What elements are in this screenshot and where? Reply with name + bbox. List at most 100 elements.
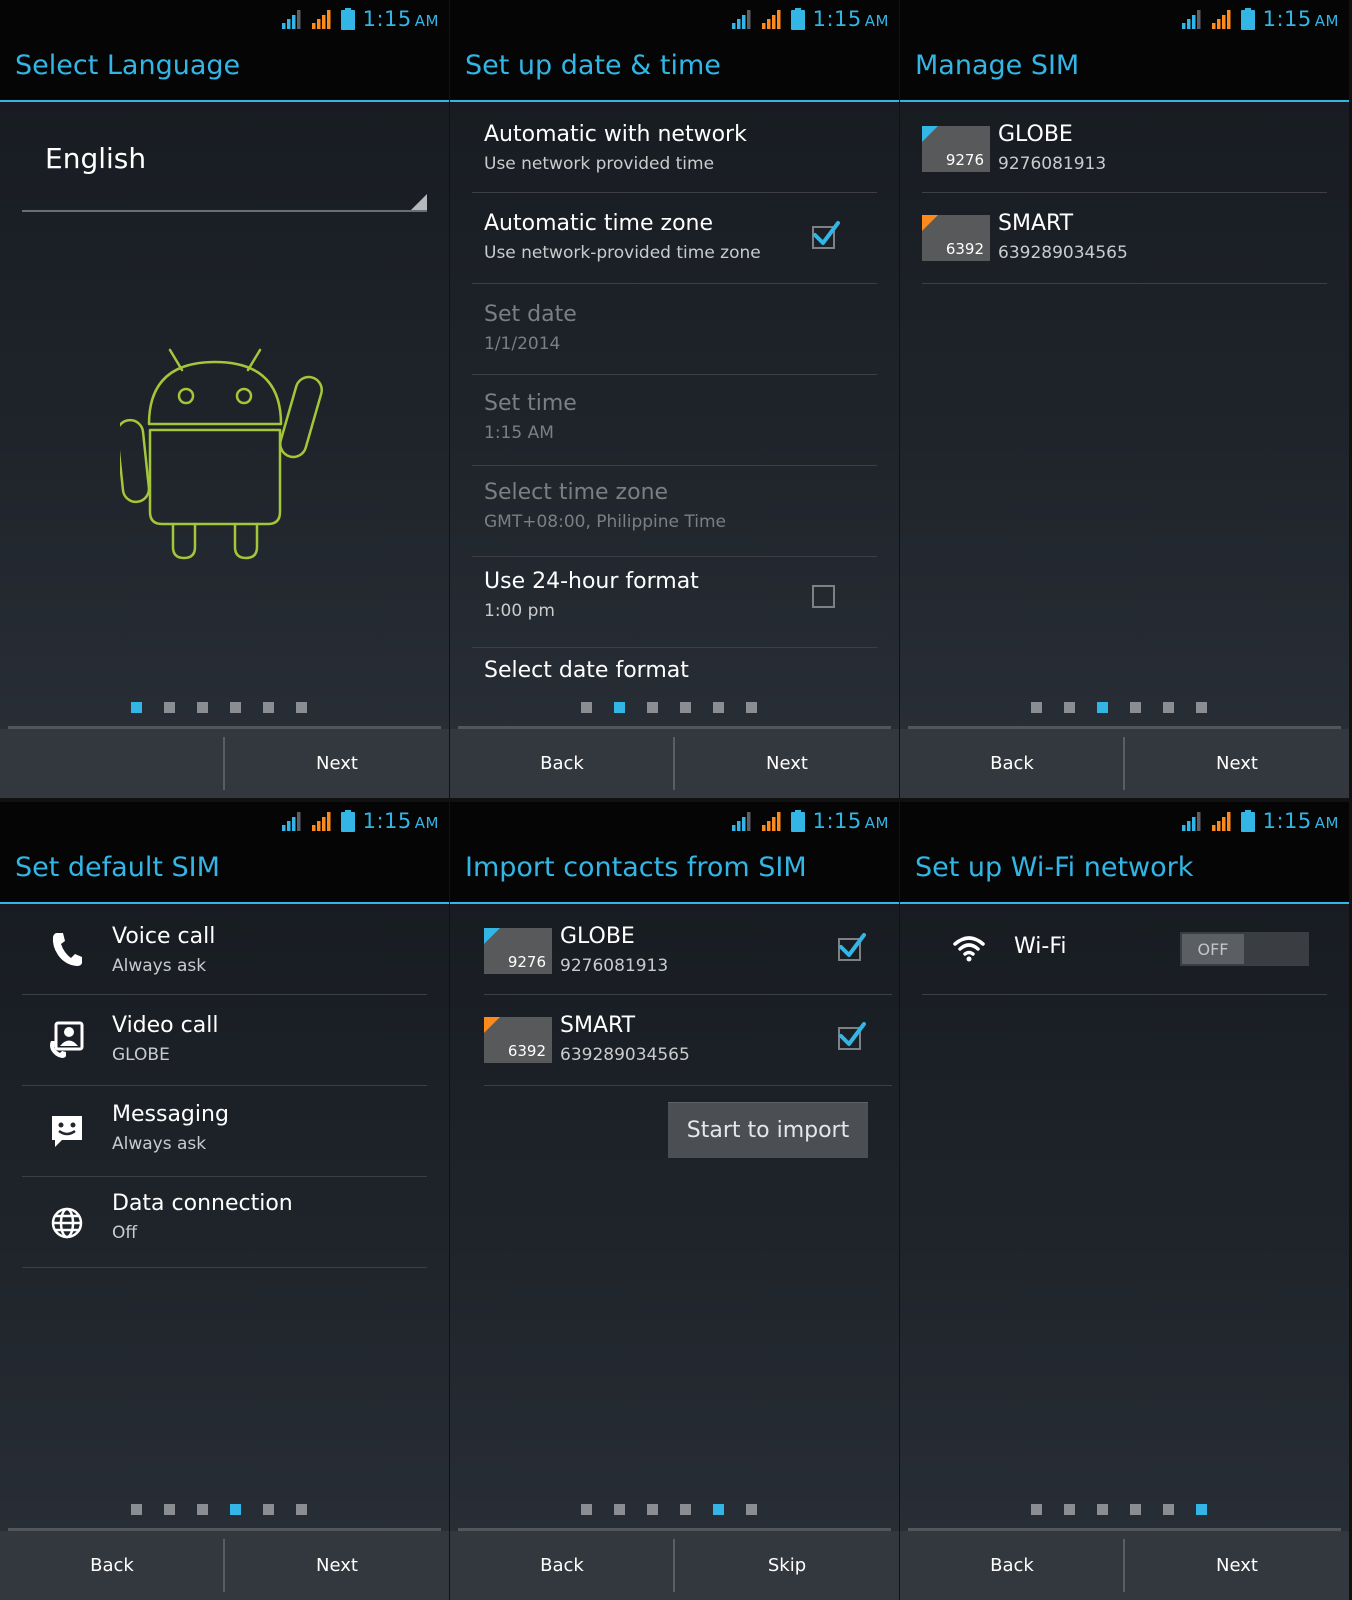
page-dot [1130,1504,1141,1515]
status-bar: 1:15 AM [450,0,899,36]
page-dot [164,1504,175,1515]
skip-button[interactable]: Skip [675,1531,899,1600]
automatic-time-zone-checkbox[interactable] [812,221,840,249]
smart-import-checkbox[interactable] [838,1022,866,1050]
item-title: Voice call [112,924,216,949]
next-button[interactable]: Next [225,729,449,798]
navigation-bar: Back Next [0,1531,449,1600]
sim-item-smart[interactable]: 6392 SMART 639289034565 [484,995,892,1086]
clock-time: 1:15 [812,809,862,833]
back-button[interactable]: Back [450,1531,674,1600]
item-subtitle: 1:00 pm [484,601,555,621]
battery-icon [790,810,805,832]
video-call-item[interactable]: Video call GLOBE [22,995,427,1086]
item-subtitle: Always ask [112,1134,207,1154]
next-button[interactable]: Next [1125,1531,1349,1600]
signal-orange-icon [761,10,781,29]
signal-blue-icon [731,10,751,29]
automatic-time-zone-item[interactable]: Automatic time zone Use network-provided… [472,193,877,284]
signal-orange-icon [311,812,331,831]
sim-name: SMART [560,1013,636,1038]
page-dot [1031,702,1042,713]
sim-item-globe[interactable]: 9276 GLOBE 9276081913 [922,102,1327,193]
sim-color-indicator [922,126,938,142]
use-24-hour-format-item[interactable]: Use 24-hour format 1:00 pm [472,557,877,648]
set-date-item: Set date 1/1/2014 [472,284,877,375]
clock-ampm: AM [864,12,889,30]
signal-orange-icon [761,812,781,831]
status-icons: 1:15 AM [731,6,889,32]
status-icons: 1:15 AM [1181,808,1339,834]
status-icons: 1:15 AM [1181,6,1339,32]
clock-time: 1:15 [812,7,862,31]
clock-ampm: AM [1314,814,1339,832]
back-button[interactable]: Back [0,1531,224,1600]
battery-icon [340,8,355,30]
sim-card-icon: 6392 [922,215,990,261]
start-import-button[interactable]: Start to import [668,1102,868,1158]
page-dot [713,702,724,713]
title-bar: Manage SIM [900,36,1349,102]
sim-badge-number: 9276 [507,953,546,971]
use-24-hour-format-checkbox[interactable] [812,585,835,608]
phone-icon [52,933,82,966]
content: Voice call Always ask Video call GLOBE M… [0,904,449,1494]
next-button[interactable]: Next [1125,729,1349,798]
title-bar: Import contacts from SIM [450,838,899,904]
page-title: Set default SIM [15,852,220,883]
voice-call-item[interactable]: Voice call Always ask [22,904,427,995]
back-button[interactable]: Back [900,1531,1124,1600]
page-dot [1130,702,1141,713]
messaging-item[interactable]: Messaging Always ask [22,1086,427,1177]
set-time-item: Set time 1:15 AM [472,375,877,466]
navigation-bar: Back Next [450,729,899,798]
item-title: Messaging [112,1102,229,1127]
checkmark-icon [813,221,840,245]
battery-icon [340,810,355,832]
automatic-network-time-item[interactable]: Automatic with network Use network provi… [472,102,877,193]
page-dot [1196,702,1207,713]
title-bar: Set default SIM [0,838,449,904]
page-indicator [0,702,449,714]
sim-name: SMART [998,211,1074,236]
signal-blue-icon [281,10,301,29]
language-dropdown[interactable]: English [22,132,427,212]
wifi-label: Wi-Fi [1014,934,1067,959]
back-button[interactable]: Back [900,729,1124,798]
status-bar: 1:15 AM [900,802,1349,838]
status-bar: 1:15 AM [450,802,899,838]
navigation-bar: Back Next [900,729,1349,798]
status-clock: 1:15 AM [813,809,889,833]
back-button[interactable]: Back [450,729,674,798]
wifi-item[interactable]: Wi-Fi OFF [922,904,1327,995]
screen-date-time: 1:15 AM Set up date & time Automatic with… [450,0,899,798]
page-dot [296,1504,307,1515]
item-subtitle: Off [112,1223,138,1243]
data-connection-item[interactable]: Data connection Off [22,1177,427,1268]
sim-number: 639289034565 [998,243,1128,263]
page-dot [230,702,241,713]
sim-card-icon: 6392 [484,1017,552,1063]
sim-name: GLOBE [998,122,1073,147]
video-call-icon [50,1021,84,1058]
wifi-toggle[interactable]: OFF [1180,932,1309,966]
sim-item-globe[interactable]: 9276 GLOBE 9276081913 [484,904,892,995]
item-subtitle: 1:15 AM [484,423,554,443]
sim-number: 639289034565 [560,1045,690,1065]
item-title: Select date format [484,658,689,683]
clock-time: 1:15 [1262,809,1312,833]
sim-color-indicator [484,928,500,944]
item-subtitle: Use network-provided time zone [484,243,761,263]
checkmark-icon [839,933,866,957]
back-button [0,729,224,798]
sim-item-smart[interactable]: 6392 SMART 639289034565 [922,193,1327,284]
next-button[interactable]: Next [225,1531,449,1600]
page-dot-active [230,1504,241,1515]
next-button[interactable]: Next [675,729,899,798]
screen-wifi-setup: 1:15 AM Set up Wi-Fi network Wi-Fi OFF B… [900,802,1349,1600]
status-bar: 1:15 AM [900,0,1349,36]
dropdown-indicator-icon [411,194,427,210]
select-date-format-item[interactable]: Select date format [472,648,877,692]
globe-import-checkbox[interactable] [838,933,866,961]
clock-ampm: AM [414,12,439,30]
